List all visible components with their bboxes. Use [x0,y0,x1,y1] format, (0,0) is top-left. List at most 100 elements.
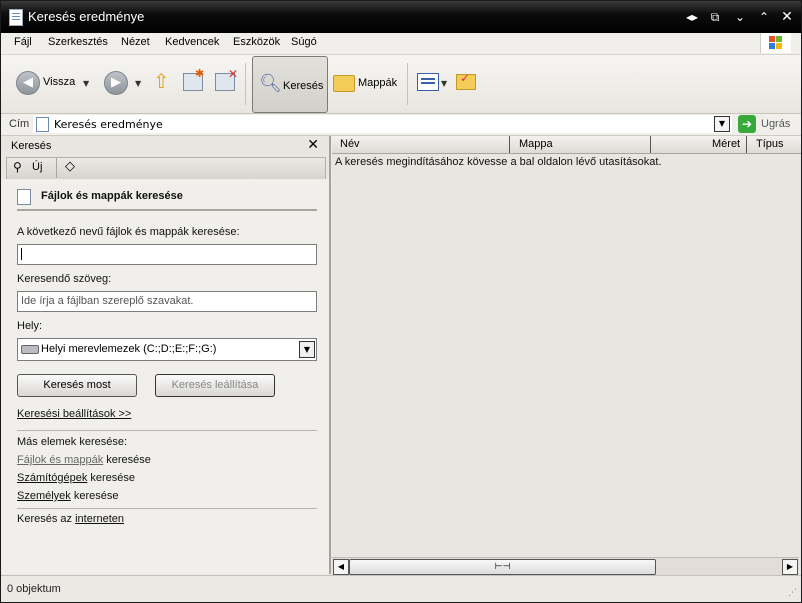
back-arrow-icon[interactable]: ◀ [16,71,40,95]
window-title: Keresés eredménye [28,9,145,24]
delete-x-icon: ✕ [228,67,239,81]
go-arrow-icon[interactable]: ➔ [738,115,756,133]
divider [17,508,317,509]
computers-link[interactable]: Számítógépek [17,472,87,484]
hard-drive-icon [21,345,39,354]
search-now-button[interactable]: Keresés most [17,374,137,397]
up-folder-icon[interactable]: ⇧ [153,69,170,93]
explorer-window: Keresés eredménye ◂▸ ⧉ ⌄ ⌃ ✕ Fájl Szerke… [0,0,802,603]
address-value: Keresés eredménye [54,118,163,131]
windows-logo-icon [760,33,791,53]
column-name[interactable]: Név [340,138,360,150]
other-search-heading: Más elemek keresése: [17,436,128,448]
other-search-suffix: keresése [87,472,136,484]
search-options-link[interactable]: Keresési beállítások >> [17,408,131,420]
people-link[interactable]: Személyek [17,490,71,502]
scroll-left-icon[interactable]: ◀ [333,559,349,575]
other-search-suffix: keresése [103,454,151,466]
folders-button[interactable] [333,75,355,92]
internet-search-item: Keresés az interneten [17,513,124,525]
document-icon [9,9,23,26]
internet-search-prefix: Keresés az [17,513,76,525]
other-search-item: Számítógépek keresése [17,472,135,484]
column-divider[interactable] [650,136,651,153]
views-icon[interactable] [417,73,439,91]
folder-icon [333,75,355,92]
filename-label: A következő nevű fájlok és mappák keresé… [17,226,240,238]
other-search-suffix: keresése [70,490,119,502]
location-select[interactable]: Helyi merevlemezek (C:;D:;E:;F:;G:) ▼ [17,338,317,361]
internet-link[interactable]: interneten [75,513,124,525]
close-icon[interactable]: ✕ [779,9,795,25]
filename-input[interactable] [17,244,317,265]
close-icon[interactable]: ✕ [307,137,319,153]
menu-favorites[interactable]: Kedvencek [165,36,219,48]
search-pane-header: Keresés ✕ [1,136,329,156]
new-search-label[interactable]: Új [32,161,42,173]
horizontal-scrollbar[interactable]: ◀ ⊢⊣ ▶ [332,557,799,575]
views-dropdown-icon[interactable]: ▼ [441,79,447,88]
column-folder[interactable]: Mappa [519,138,553,150]
back-button-label[interactable]: Vissza [43,76,75,88]
search-button[interactable]: 🔍︎ Keresés [252,56,328,113]
new-search-icon[interactable]: ⚲ [13,160,22,174]
location-value: Helyi merevlemezek (C:;D:;E:;F:;G:) [41,343,217,355]
other-search-item: Személyek keresése [17,490,119,502]
toolbar-separator [407,63,408,105]
address-bar: Cím Keresés eredménye ▼ ➔ Ugrás [1,114,801,136]
maximize-icon[interactable]: ⌃ [756,9,772,25]
go-button-label[interactable]: Ugrás [761,118,790,130]
back-dropdown-icon[interactable]: ▼ [83,79,89,88]
location-label: Hely: [17,320,43,332]
search-results-icon [36,117,49,132]
text-cursor [21,248,22,260]
folders-button-label[interactable]: Mappák [358,77,397,89]
address-dropdown-icon[interactable]: ▼ [714,116,730,132]
text-label: Keresendő szöveg: [17,273,112,285]
toolbar: ◀ Vissza ▼ ▶ ▼ ⇧ ✱ ✕ 🔍︎ Keresés Mappák ▼… [1,55,801,114]
address-input[interactable]: Keresés eredménye ▼ [33,115,732,133]
menu-edit[interactable]: Szerkesztés [48,36,108,48]
menu-help[interactable]: Súgó [291,36,317,48]
section-title: Fájlok és mappák keresése [41,190,183,202]
scroll-thumb[interactable]: ⊢⊣ [349,559,656,575]
text-input-placeholder: Ide írja a fájlban szereplő szavakat. [21,295,194,307]
restore-left-right-icon[interactable]: ◂▸ [684,9,700,25]
search-pane: Keresés ✕ ⚲ Új ◇ Fájlok és mappák keresé… [1,136,331,574]
menu-file[interactable]: Fájl [14,36,32,48]
chevron-down-icon[interactable]: ▼ [299,341,315,358]
menu-bar: Fájl Szerkesztés Nézet Kedvencek Eszközö… [1,33,801,55]
column-type[interactable]: Típus [756,138,784,150]
search-button-label: Keresés [283,80,324,92]
title-bar[interactable]: Keresés eredménye ◂▸ ⧉ ⌄ ⌃ ✕ [1,1,801,33]
files-folders-link[interactable]: Fájlok és mappák [17,454,103,466]
status-text: 0 objektum [7,583,61,595]
scroll-right-icon[interactable]: ▶ [782,559,798,575]
column-size[interactable]: Méret [712,138,740,150]
search-files-icon [17,189,31,205]
text-input[interactable]: Ide írja a fájlban szereplő szavakat. [17,291,317,312]
menu-view[interactable]: Nézet [121,36,150,48]
divider [17,209,317,211]
divider [17,430,317,431]
status-bar: 0 objektum ⋰ [1,575,801,602]
stop-search-button[interactable]: Keresés leállítása [155,374,275,397]
resize-grip-icon[interactable]: ⋰ [788,588,797,598]
results-message: A keresés megindításához kövesse a bal o… [335,156,662,168]
move-star-icon: ✱ [195,67,205,80]
folder-options-icon[interactable]: ✓ [456,71,476,90]
toolbar-separator [56,158,57,178]
forward-arrow-icon[interactable]: ▶ [104,71,128,95]
restore-icon[interactable]: ⧉ [707,9,723,25]
other-search-item: Fájlok és mappák keresése [17,454,151,466]
forward-dropdown-icon[interactable]: ▼ [135,79,141,88]
companion-icon[interactable]: ◇ [65,159,75,174]
search-pane-body: Fájlok és mappák keresése A következő ne… [1,179,329,574]
search-pane-toolbar: ⚲ Új ◇ [6,157,326,180]
column-divider[interactable] [746,136,747,153]
results-column-header: Név Mappa Méret Típus [332,136,801,154]
column-divider[interactable] [509,136,510,153]
minimize-icon[interactable]: ⌄ [732,9,748,25]
menu-tools[interactable]: Eszközök [233,36,280,48]
magnifier-icon: 🔍︎ [259,73,282,94]
